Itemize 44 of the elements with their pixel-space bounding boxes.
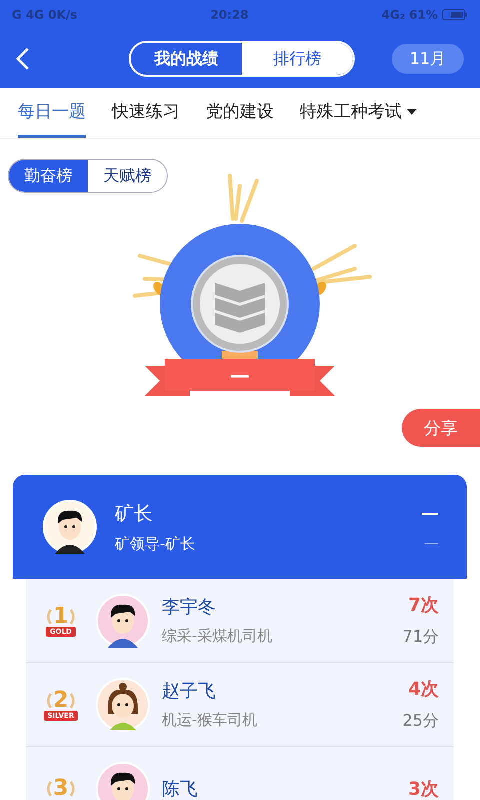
caret-icon — [407, 108, 417, 114]
user-count: — — [421, 502, 439, 524]
share-button[interactable]: 分享 — [402, 409, 480, 447]
laurel-icon — [46, 608, 52, 624]
medal-rank: 3 — [53, 776, 69, 800]
avatar-icon — [43, 500, 97, 554]
month-button[interactable]: 11月 — [392, 44, 464, 74]
user-name: 矿长 — [115, 502, 154, 526]
medal-rank: 1 — [53, 604, 69, 628]
laurel-icon — [70, 780, 76, 796]
person-role: 综采-采煤机司机 — [162, 627, 272, 646]
clock: 20:28 — [210, 8, 249, 22]
user-role: 矿领导-矿长 — [115, 534, 196, 554]
board-toggle[interactable]: 勤奋榜 — [9, 160, 88, 192]
person-name: 李宇冬 — [162, 596, 217, 619]
user-score: — — [424, 534, 439, 552]
person-role: 机运-猴车司机 — [162, 711, 258, 730]
category-tab[interactable]: 党的建设 — [206, 88, 274, 138]
avatar-icon — [96, 762, 150, 800]
avatar-icon — [96, 594, 150, 648]
attempt-count: 3次 — [408, 778, 439, 800]
person-name: 陈飞 — [162, 778, 198, 800]
battery-icon — [442, 9, 468, 21]
laurel-icon — [46, 780, 52, 796]
attempt-count: 7次 — [408, 594, 439, 617]
segment-tab[interactable]: 我的战绩 — [131, 43, 242, 75]
laurel-icon — [70, 608, 76, 624]
laurel-icon — [70, 692, 76, 708]
person-score: 71分 — [402, 627, 439, 648]
category-tab[interactable]: 每日一题 — [18, 88, 86, 138]
category-tab[interactable]: 快速练习 — [112, 88, 180, 138]
medal-rank: 2 — [53, 688, 69, 712]
battery-percent: 61% — [409, 8, 438, 22]
back-icon[interactable] — [16, 47, 30, 71]
attempt-count: 4次 — [408, 678, 439, 701]
avatar-icon — [96, 678, 150, 732]
laurel-icon — [46, 692, 52, 708]
segment-tab[interactable]: 排行榜 — [242, 43, 353, 75]
person-score: 25分 — [402, 711, 439, 732]
network-indicator: 4G₂ — [382, 8, 406, 22]
ribbon-rank: — — [229, 363, 251, 387]
person-name: 赵子飞 — [162, 680, 217, 703]
category-tab[interactable]: 特殊工种考试 — [300, 88, 417, 138]
signal-status: G 4G 0K/s — [12, 8, 78, 22]
